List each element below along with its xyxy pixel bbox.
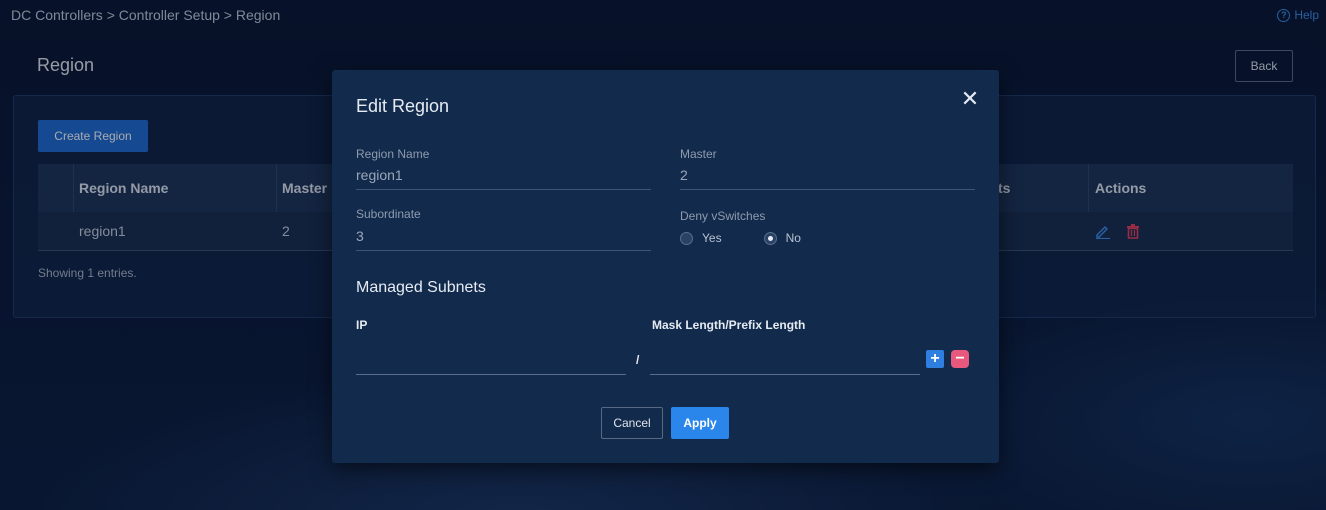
mask-length-label: Mask Length/Prefix Length bbox=[652, 318, 806, 332]
subordinate-field[interactable]: 3 bbox=[356, 228, 651, 251]
managed-subnets-title: Managed Subnets bbox=[356, 279, 486, 296]
cancel-button[interactable]: Cancel bbox=[601, 407, 663, 439]
close-icon[interactable]: ✕ bbox=[960, 88, 980, 110]
add-subnet-icon[interactable]: + bbox=[926, 350, 944, 368]
region-name-label: Region Name bbox=[356, 147, 430, 161]
dialog-title: Edit Region bbox=[356, 96, 450, 116]
radio-yes-label[interactable]: Yes bbox=[702, 231, 722, 245]
mask-length-input[interactable] bbox=[650, 345, 920, 375]
radio-no[interactable] bbox=[763, 231, 777, 245]
apply-button[interactable]: Apply bbox=[671, 407, 729, 439]
ip-input[interactable] bbox=[356, 345, 626, 375]
master-label: Master bbox=[680, 147, 717, 161]
deny-vswitches-radio-group: Yes No bbox=[680, 231, 801, 245]
master-field[interactable]: 2 bbox=[680, 167, 975, 190]
region-name-field[interactable]: region1 bbox=[356, 167, 651, 190]
radio-yes[interactable] bbox=[680, 231, 693, 245]
radio-no-label[interactable]: No bbox=[786, 231, 801, 245]
remove-subnet-icon[interactable]: − bbox=[951, 350, 969, 368]
subnet-separator: / bbox=[636, 353, 640, 367]
deny-vswitches-label: Deny vSwitches bbox=[680, 209, 766, 223]
edit-region-dialog: Edit Region ✕ Region Name region1 Master… bbox=[332, 70, 999, 463]
ip-label: IP bbox=[356, 318, 368, 332]
subordinate-label: Subordinate bbox=[356, 207, 421, 221]
